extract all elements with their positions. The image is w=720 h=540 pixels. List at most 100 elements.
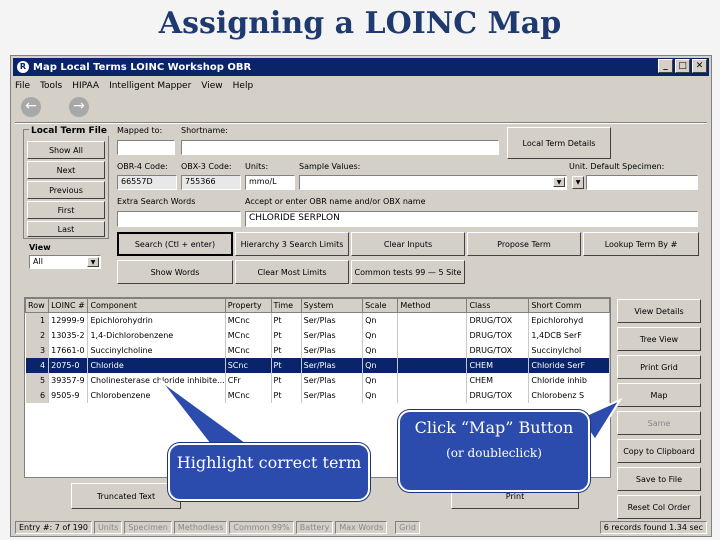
col-component[interactable]: Component xyxy=(87,298,226,313)
status-methodless: Methodless xyxy=(173,521,228,534)
method-cell xyxy=(397,342,468,358)
propose-term-button[interactable]: Propose Term xyxy=(467,232,581,256)
extra-search-words-field[interactable] xyxy=(117,211,241,227)
reset-col-order-button[interactable]: Reset Col Order xyxy=(617,495,701,519)
accept-name-field[interactable]: CHLORIDE SERPLON xyxy=(245,211,698,227)
hierarchy-search-limits-button[interactable]: Hierarchy 3 Search Limits xyxy=(235,232,349,256)
property-cell: SCnc xyxy=(225,357,272,373)
clear-inputs-button[interactable]: Clear Inputs xyxy=(351,232,465,256)
common-tests-button[interactable]: Common tests 99 — 5 Site xyxy=(351,260,465,284)
chevron-down-icon[interactable]: ▼ xyxy=(553,177,565,187)
short-name-cell: Epichlorohyd xyxy=(528,312,610,328)
previous-button[interactable]: Previous xyxy=(27,181,105,199)
search-button[interactable]: Search (Ctl + enter) xyxy=(117,232,233,256)
default-specimen-field[interactable] xyxy=(586,175,698,190)
time-cell: Pt xyxy=(271,387,302,403)
short-name-cell: Chloride inhib xyxy=(528,372,610,388)
table-row[interactable]: 2 13035-2 1,4-Dichlorobenzene MCnc Pt Se… xyxy=(25,327,610,343)
class-cell: DRUG/TOX xyxy=(466,387,530,403)
component-cell: Chloride xyxy=(87,357,226,373)
show-words-button[interactable]: Show Words xyxy=(117,260,233,284)
print-grid-button[interactable]: Print Grid xyxy=(617,355,701,379)
loinc-cell: 12999-9 xyxy=(48,312,89,328)
scale-cell: Qn xyxy=(362,357,399,373)
component-cell: Chlorobenzene xyxy=(87,387,226,403)
forward-arrow-icon[interactable]: → xyxy=(69,97,89,117)
lookup-term-button[interactable]: Lookup Term By # xyxy=(583,232,699,256)
default-specimen-dropdown[interactable]: ▼ xyxy=(572,176,584,189)
view-details-button[interactable]: View Details xyxy=(617,299,701,323)
table-row[interactable]: 3 17661-0 Succinylcholine MCnc Pt Ser/Pl… xyxy=(25,342,610,358)
clear-most-limits-button[interactable]: Clear Most Limits xyxy=(235,260,349,284)
obr4-code-field[interactable]: 66557D xyxy=(117,175,177,190)
shortname-label: Shortname: xyxy=(181,126,228,135)
menu-tools[interactable]: Tools xyxy=(40,81,62,91)
col-class[interactable]: Class xyxy=(466,298,530,313)
same-button[interactable]: Same xyxy=(617,411,701,435)
system-cell: Ser/Plas xyxy=(301,387,364,403)
view-select[interactable]: All ▼ xyxy=(29,255,101,269)
short-name-cell: Succinylchol xyxy=(528,342,610,358)
table-row[interactable]: 6 9505-9 Chlorobenzene MCnc Pt Ser/Plas … xyxy=(25,387,610,403)
window-titlebar[interactable]: R Map Local Terms LOINC Workshop OBR _ □… xyxy=(13,58,709,76)
copy-to-clipboard-button[interactable]: Copy to Clipboard xyxy=(617,439,701,463)
menu-view[interactable]: View xyxy=(201,81,222,91)
accept-name-label: Accept or enter OBR name and/or OBX name xyxy=(245,197,426,206)
shortname-field[interactable] xyxy=(181,140,499,155)
class-cell: DRUG/TOX xyxy=(466,312,530,328)
col-loinc[interactable]: LOINC # xyxy=(48,298,89,313)
tree-view-button[interactable]: Tree View xyxy=(617,327,701,351)
menu-file[interactable]: File xyxy=(15,81,30,91)
show-all-button[interactable]: Show All xyxy=(27,141,105,159)
system-cell: Ser/Plas xyxy=(301,357,364,373)
sample-values-select[interactable]: ▼ xyxy=(299,175,567,190)
map-callout-subtitle: (or doubleclick) xyxy=(446,446,542,460)
col-time[interactable]: Time xyxy=(270,298,302,313)
menu-help[interactable]: Help xyxy=(233,81,254,91)
time-cell: Pt xyxy=(271,372,302,388)
minimize-button[interactable]: _ xyxy=(658,59,673,73)
col-property[interactable]: Property xyxy=(224,298,272,313)
mapped-to-field[interactable] xyxy=(117,140,175,155)
short-name-cell: Chlorobenz S xyxy=(528,387,610,403)
col-system[interactable]: System xyxy=(300,298,364,313)
obx3-code-field[interactable]: 755366 xyxy=(181,175,241,190)
col-short-name[interactable]: Short Comm xyxy=(528,298,610,313)
col-scale[interactable]: Scale xyxy=(362,298,399,313)
status-records-found: 6 records found 1.34 sec xyxy=(599,521,707,534)
chevron-down-icon[interactable]: ▼ xyxy=(87,257,99,267)
close-button[interactable]: ✕ xyxy=(692,59,707,73)
menu-intelligent-mapper[interactable]: Intelligent Mapper xyxy=(109,81,191,91)
truncated-text-button[interactable]: Truncated Text xyxy=(71,483,181,509)
col-method[interactable]: Method xyxy=(397,298,468,313)
method-cell xyxy=(397,372,468,388)
time-cell: Pt xyxy=(271,342,302,358)
status-grid: Grid xyxy=(395,521,420,534)
map-button[interactable]: Map xyxy=(617,383,701,407)
menu-bar: File Tools HIPAA Intelligent Mapper View… xyxy=(15,78,253,94)
row-number: 2 xyxy=(25,327,50,343)
last-button[interactable]: Last xyxy=(27,221,105,237)
map-callout-title: Click “Map” Button xyxy=(414,418,574,437)
scale-cell: Qn xyxy=(362,387,399,403)
selected-table-row[interactable]: 4 2075-0 Chloride SCnc Pt Ser/Plas Qn CH… xyxy=(25,357,610,373)
back-arrow-icon[interactable]: ← xyxy=(21,97,41,117)
save-to-file-button[interactable]: Save to File xyxy=(617,467,701,491)
view-label: View xyxy=(29,243,51,252)
first-button[interactable]: First xyxy=(27,201,105,219)
row-number: 6 xyxy=(25,387,50,403)
next-button[interactable]: Next xyxy=(27,161,105,179)
row-number: 1 xyxy=(25,312,50,328)
maximize-button[interactable]: □ xyxy=(675,59,690,73)
units-field[interactable]: mmo/L xyxy=(245,175,295,190)
table-row[interactable]: 5 39357-9 Cholinesterase chloride inhibi… xyxy=(25,372,610,388)
table-row[interactable]: 1 12999-9 Epichlorohydrin MCnc Pt Ser/Pl… xyxy=(25,312,610,328)
local-term-details-button[interactable]: Local Term Details xyxy=(507,127,611,159)
system-cell: Ser/Plas xyxy=(301,372,364,388)
method-cell xyxy=(397,327,468,343)
class-cell: CHEM xyxy=(466,372,530,388)
method-cell xyxy=(397,357,468,373)
col-row[interactable]: Row xyxy=(25,298,50,313)
menu-hipaa[interactable]: HIPAA xyxy=(72,81,99,91)
status-common: Common 99% xyxy=(229,521,294,534)
